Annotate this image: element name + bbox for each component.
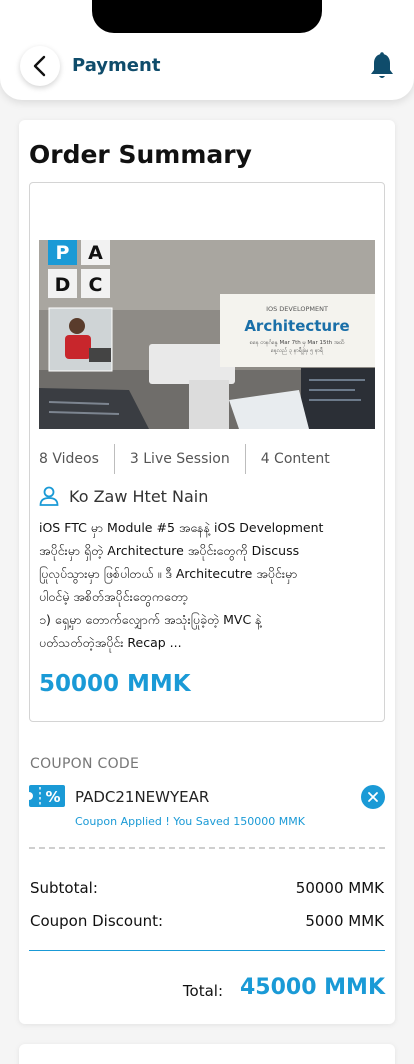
next-section-card (19, 1044, 395, 1064)
coupon-code-label: COUPON CODE (30, 756, 140, 772)
total-value: 45000 MMK (239, 975, 385, 1000)
stat-live-sessions: 3 Live Session (129, 451, 230, 467)
subtotal-value: 50000 MMK (295, 879, 384, 897)
description-line: iOS FTC မှာ Module #5 အနေနဲ့ iOS Develop… (39, 520, 324, 535)
logo-letter-d: D (55, 274, 71, 296)
description-line: ပတ်သတ်တဲ့အပိုင်း Recap ... (39, 635, 182, 650)
banner-headline: Architecture (244, 317, 349, 335)
subtotal-row: Subtotal: 50000 MMK (30, 879, 384, 897)
device-notch (92, 0, 322, 33)
svg-text:%: % (45, 788, 60, 806)
stat-videos: 8 Videos (39, 451, 99, 467)
page-title: Payment (72, 55, 161, 76)
discount-value: 5000 MMK (305, 912, 384, 930)
banner-tag: IOS DEVELOPMENT (266, 305, 328, 313)
course-card[interactable]: P A D C IOS DEVELOPMENT Architecture စနေ… (29, 182, 385, 722)
banner-subtitle-2: နေ့လည် ၃ နာရီခွဲမှ ၅ နာရီ (271, 346, 324, 355)
banner-artwork: P A D C IOS DEVELOPMENT Architecture စနေ… (39, 240, 375, 429)
chevron-left-icon (33, 55, 46, 77)
logo-letter-c: C (89, 274, 103, 296)
course-stats: 8 Videos 3 Live Session 4 Content (39, 444, 375, 474)
user-icon (39, 486, 59, 506)
coupon-applied-message: Coupon Applied ! You Saved 150000 MMK (75, 815, 305, 828)
stat-content: 4 Content (260, 451, 330, 467)
close-icon (368, 792, 378, 802)
discount-label: Coupon Discount: (30, 912, 164, 930)
banner-subtitle-1: စနေ တနင်္ဂနွေ Mar 7th မှ Mar 15th အထိ (250, 338, 345, 347)
coupon-code-value: PADC21NEWYEAR (75, 788, 210, 806)
bell-icon[interactable] (369, 52, 395, 80)
dashed-divider (29, 847, 385, 849)
course-description: iOS FTC မှာ Module #5 အနေနဲ့ iOS Develop… (39, 516, 371, 654)
logo-letter-p: P (56, 242, 70, 264)
course-price: 50000 MMK (39, 671, 191, 697)
order-summary-title: Order Summary (29, 140, 252, 169)
subtotal-label: Subtotal: (30, 879, 98, 897)
order-summary-card: Order Summary P A D C IOS DEVELOPMENT Ar… (19, 120, 395, 1024)
total-divider (29, 950, 385, 951)
back-button[interactable] (20, 46, 60, 86)
course-banner-image: P A D C IOS DEVELOPMENT Architecture စနေ… (39, 240, 375, 429)
instructor-name: Ko Zaw Htet Naing (69, 486, 209, 506)
description-line: ပါဝင်မဲ့ အစိတ်အပိုင်းတွေကတော့ (39, 589, 189, 604)
description-line: ပြုလုပ်သွားမှာ ဖြစ်ပါတယ် ။ ဒီ Architecut… (39, 566, 298, 581)
description-line: အပိုင်းမှာ ရှိတဲ့ Architecture အပိုင်းတွ… (39, 543, 300, 558)
description-line: ၁) ရှေ့မှာ တောက်လျှောက် အသုံးပြုခဲ့တဲ့ M… (39, 612, 262, 627)
logo-letter-a: A (88, 242, 103, 264)
remove-coupon-button[interactable] (361, 785, 385, 809)
coupon-ticket-icon: % (29, 785, 65, 807)
total-label: Total: (182, 982, 223, 1000)
discount-row: Coupon Discount: 5000 MMK (30, 912, 384, 930)
instructor-row: Ko Zaw Htet Naing (39, 486, 209, 506)
